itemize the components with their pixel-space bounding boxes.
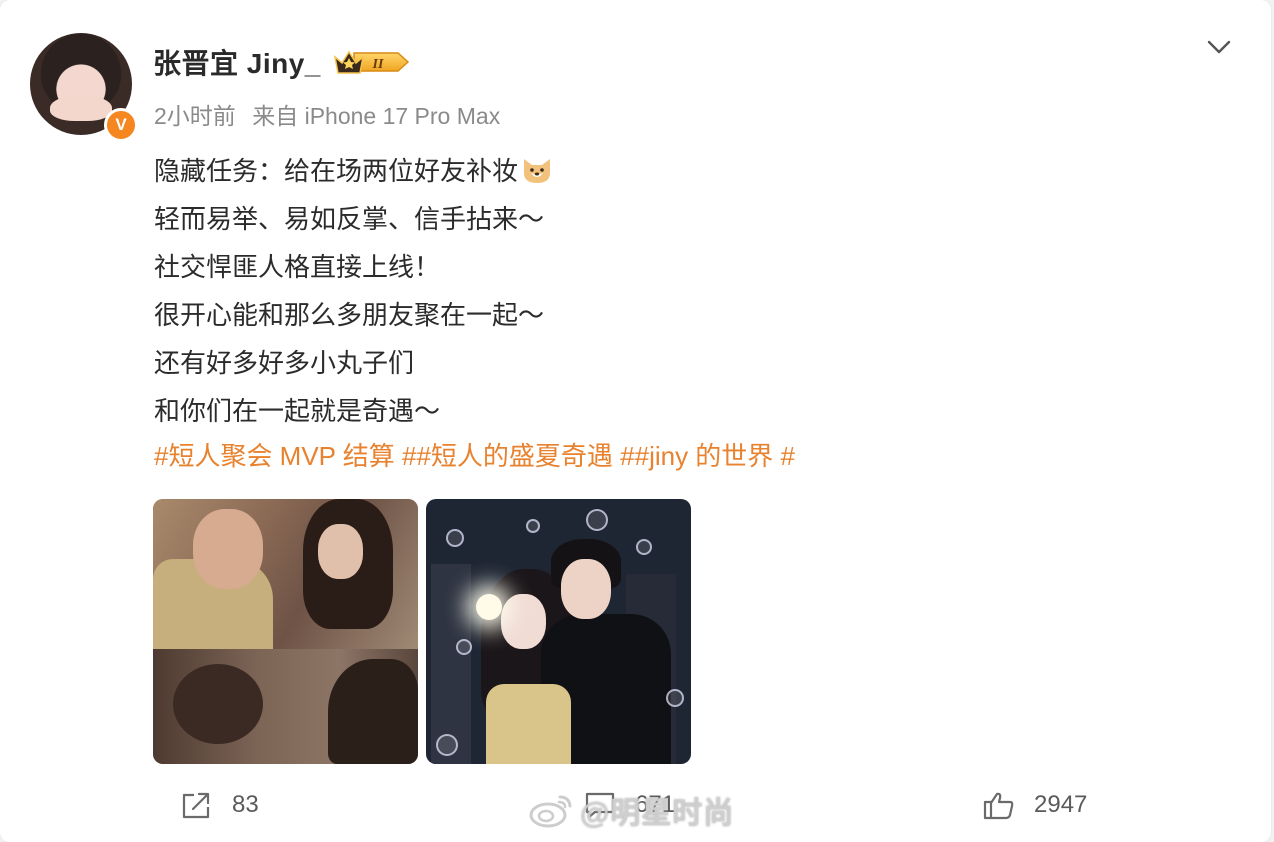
weibo-post-card: V 张晋宜 Jiny_ II 2小时前 来自 iPhone 17 Pro Max… xyxy=(0,0,1271,842)
member-crown-icon[interactable]: II xyxy=(332,47,410,77)
post-image-1[interactable] xyxy=(153,499,418,764)
username[interactable]: 张晋宜 Jiny_ xyxy=(153,42,321,82)
image-light xyxy=(476,594,502,620)
image-figure xyxy=(328,659,418,764)
image-bubble xyxy=(456,639,472,655)
image-bubble xyxy=(446,529,464,547)
like-count: 2947 xyxy=(1034,791,1088,818)
post-line: 轻而易举、易如反掌、信手拈来～ xyxy=(154,204,545,234)
image-bubble xyxy=(436,734,458,756)
image-bubble xyxy=(636,539,652,555)
post-text: 隐藏任务：给在场两位好友补妆 轻而易举、易如反掌、信手拈来～ 社交悍匪人格直接上… xyxy=(154,147,554,435)
chevron-down-icon[interactable] xyxy=(1205,36,1233,58)
thumbs-up-icon xyxy=(983,792,1014,820)
weibo-logo-icon xyxy=(529,795,572,828)
post-meta: 2小时前 来自 iPhone 17 Pro Max xyxy=(154,97,510,131)
dog-emoji-icon xyxy=(524,159,551,183)
verified-badge: V xyxy=(104,108,138,142)
image-figure xyxy=(193,509,263,589)
member-level-text: II xyxy=(372,57,384,72)
watermark: @明星时尚 xyxy=(528,788,734,832)
share-button[interactable]: 83 xyxy=(180,785,259,825)
post-line: 和你们在一起就是奇遇～ xyxy=(154,396,441,426)
like-button[interactable]: 2947 xyxy=(982,785,1087,825)
post-time: 2小时前 xyxy=(154,103,236,129)
post-line: 社交悍匪人格直接上线！ xyxy=(154,252,441,282)
image-figure xyxy=(486,684,571,764)
image-figure xyxy=(318,524,363,579)
image-figure xyxy=(561,559,611,619)
post-line: 还有好多好多小丸子们 xyxy=(154,348,415,378)
post-line: 很开心能和那么多朋友聚在一起～ xyxy=(154,300,545,330)
image-bubble xyxy=(526,519,540,533)
image-bubble xyxy=(666,689,684,707)
post-source[interactable]: 来自 iPhone 17 Pro Max xyxy=(252,103,500,129)
post-line: 隐藏任务：给在场两位好友补妆 xyxy=(154,147,554,195)
image-figure xyxy=(173,664,263,744)
share-count: 83 xyxy=(232,791,259,818)
image-figure xyxy=(501,594,546,649)
image-bubble xyxy=(586,509,608,531)
post-image-2[interactable] xyxy=(426,499,691,764)
share-icon xyxy=(182,792,210,819)
avatar-hands xyxy=(50,95,112,121)
topic-links[interactable]: #短人聚会 MVP 结算 ##短人的盛夏奇遇 ##jiny 的世界 # xyxy=(154,432,795,480)
